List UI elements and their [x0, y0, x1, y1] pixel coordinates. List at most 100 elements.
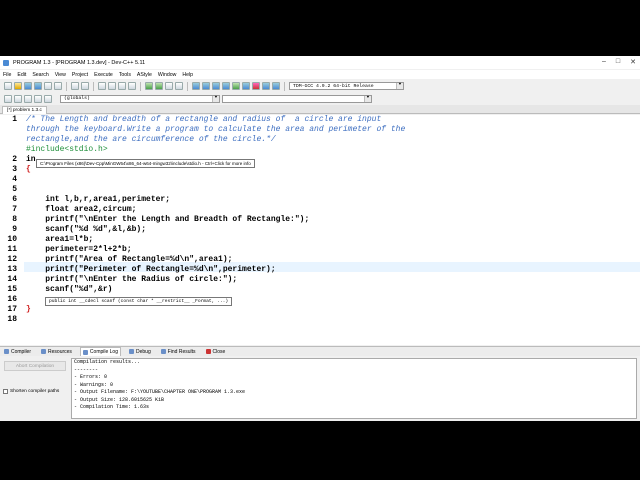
- tab-compiler-label: Compiler: [11, 348, 32, 355]
- line-number: 6: [12, 195, 17, 204]
- menu-project[interactable]: Project: [72, 72, 88, 78]
- menu-file[interactable]: File: [3, 72, 11, 78]
- debug-tab-icon: [129, 349, 134, 354]
- debug-icon[interactable]: [242, 82, 250, 90]
- save-icon[interactable]: [24, 82, 32, 90]
- secondary-toolbar: (globals) ▼ ▼: [0, 93, 640, 104]
- log-line: Compilation results...: [74, 359, 141, 365]
- profile-icon[interactable]: [262, 82, 270, 90]
- scope-select[interactable]: (globals) ▼: [60, 94, 220, 103]
- line-number: 10: [7, 235, 17, 244]
- menu-astyle[interactable]: AStyle: [137, 72, 152, 78]
- line-number: 18: [7, 315, 17, 324]
- menu-view[interactable]: View: [55, 72, 66, 78]
- maximize-icon[interactable]: □: [616, 58, 620, 66]
- code-line-include: #include<stdio.h>: [26, 145, 108, 154]
- toggle-bookmark-icon[interactable]: [14, 94, 22, 103]
- menu-edit[interactable]: Edit: [17, 72, 26, 78]
- indent-icon[interactable]: [34, 94, 42, 103]
- goto-line-icon[interactable]: [128, 82, 136, 90]
- print-icon[interactable]: [54, 82, 62, 90]
- code-line: printf("Perimeter of Rectangle=%d\n",per…: [26, 265, 276, 274]
- new-file-icon[interactable]: [4, 82, 12, 90]
- insert-icon[interactable]: [4, 94, 12, 103]
- shorten-paths-option[interactable]: Shorten compiler paths: [3, 389, 59, 394]
- toolbar-separator: [66, 81, 67, 91]
- check-syntax-icon[interactable]: [232, 82, 240, 90]
- find-next-icon[interactable]: [118, 82, 126, 90]
- log-line: - Compilation Time: 1.63s: [74, 404, 150, 410]
- find-icon[interactable]: [98, 82, 106, 90]
- rebuild-icon[interactable]: [222, 82, 230, 90]
- code-line: printf("\nEnter the Length and Breadth o…: [26, 215, 310, 224]
- code-line: printf("Area of Rectangle=%d\n",area1);: [26, 255, 233, 264]
- code-editor[interactable]: 1 2 3 4 5 6 7 8 9 10 11 12 13 14 15 16 1…: [0, 115, 640, 345]
- line-number: 7: [12, 205, 17, 214]
- log-line: --------: [74, 366, 99, 373]
- tab-find-results[interactable]: Find Results: [159, 347, 198, 356]
- shorten-paths-checkbox[interactable]: [3, 389, 8, 394]
- new-project-icon[interactable]: [165, 82, 173, 90]
- delete-profile-icon[interactable]: [272, 82, 280, 90]
- compile-run-icon[interactable]: [212, 82, 220, 90]
- menu-help[interactable]: Help: [182, 72, 193, 78]
- menu-tools[interactable]: Tools: [119, 72, 131, 78]
- tab-problem-1-3[interactable]: [*] problem 1.3.c: [2, 106, 47, 114]
- stop-icon[interactable]: [252, 82, 260, 90]
- save-all-icon[interactable]: [34, 82, 42, 90]
- line-number: 1: [12, 115, 17, 124]
- menu-execute[interactable]: Execute: [94, 72, 113, 78]
- line-number: 13: [7, 265, 17, 274]
- compiler-select[interactable]: TDM-GCC 4.9.2 64-bit Release ▼: [289, 82, 404, 90]
- line-number: 12: [7, 255, 17, 264]
- undo-icon[interactable]: [71, 82, 79, 90]
- chevron-down-icon[interactable]: ▼: [212, 95, 219, 102]
- line-number: 16: [7, 295, 17, 304]
- replace-icon[interactable]: [108, 82, 116, 90]
- close-window-icon[interactable]: ✕: [630, 58, 636, 66]
- code-line-comment: through the keyboard.Write a program to …: [26, 125, 406, 134]
- close-file-icon[interactable]: [44, 82, 52, 90]
- chevron-down-icon[interactable]: ▼: [396, 83, 403, 89]
- goto-bookmark-icon[interactable]: [24, 94, 32, 103]
- tab-compiler[interactable]: Compiler: [2, 347, 33, 356]
- tab-close[interactable]: Close: [204, 347, 228, 356]
- main-toolbar: TDM-GCC 4.9.2 64-bit Release ▼: [0, 80, 640, 92]
- title-bar: PROGRAM 1.3 - [PROGRAM 1.3.dev] - Dev-C+…: [0, 56, 640, 69]
- back-icon[interactable]: [145, 82, 153, 90]
- tab-close-label: Close: [212, 348, 226, 355]
- line-number: 14: [7, 275, 17, 284]
- abort-compilation-button[interactable]: Abort Compilation: [4, 361, 66, 371]
- compile-log-panel: Abort Compilation Shorten compiler paths…: [0, 356, 640, 421]
- code-line-current: scanf("%d",&r): [26, 285, 113, 294]
- line-number: 11: [7, 245, 17, 254]
- compile-icon[interactable]: [192, 82, 200, 90]
- devcpp-app-icon: [3, 59, 9, 66]
- member-select[interactable]: ▼: [222, 94, 372, 103]
- toolbar-separator: [187, 81, 188, 91]
- line-number: 4: [12, 175, 17, 184]
- forward-icon[interactable]: [155, 82, 163, 90]
- log-line: - Output Filename: F:\YOUTUBE\CHAPTER ON…: [74, 389, 246, 395]
- function-signature-tooltip: public int __cdecl scanf (const char * _…: [45, 297, 233, 306]
- code-line: float area2,circum;: [26, 205, 137, 214]
- project-options-icon[interactable]: [175, 82, 183, 90]
- line-number: 5: [12, 185, 17, 194]
- minimize-icon[interactable]: –: [602, 58, 606, 66]
- tab-resources[interactable]: Resources: [39, 347, 74, 356]
- tab-debug[interactable]: Debug: [127, 347, 153, 356]
- run-icon[interactable]: [202, 82, 210, 90]
- code-line: int l,b,r,area1,perimeter;: [26, 195, 171, 204]
- menu-search[interactable]: Search: [32, 72, 48, 78]
- chevron-down-icon[interactable]: ▼: [364, 95, 371, 102]
- code-line: printf("\nEnter the Radius of circle:");: [26, 275, 238, 284]
- unindent-icon[interactable]: [44, 94, 52, 103]
- tab-compile-log[interactable]: Compile Log: [79, 347, 121, 356]
- compile-log-output[interactable]: Compilation results... -------- - Errors…: [71, 358, 637, 419]
- menu-window[interactable]: Window: [158, 72, 176, 78]
- toolbar-separator: [284, 81, 285, 91]
- open-file-icon[interactable]: [14, 82, 22, 90]
- log-line: - Errors: 0: [74, 374, 108, 380]
- toolbar-separator: [93, 81, 94, 91]
- redo-icon[interactable]: [81, 82, 89, 90]
